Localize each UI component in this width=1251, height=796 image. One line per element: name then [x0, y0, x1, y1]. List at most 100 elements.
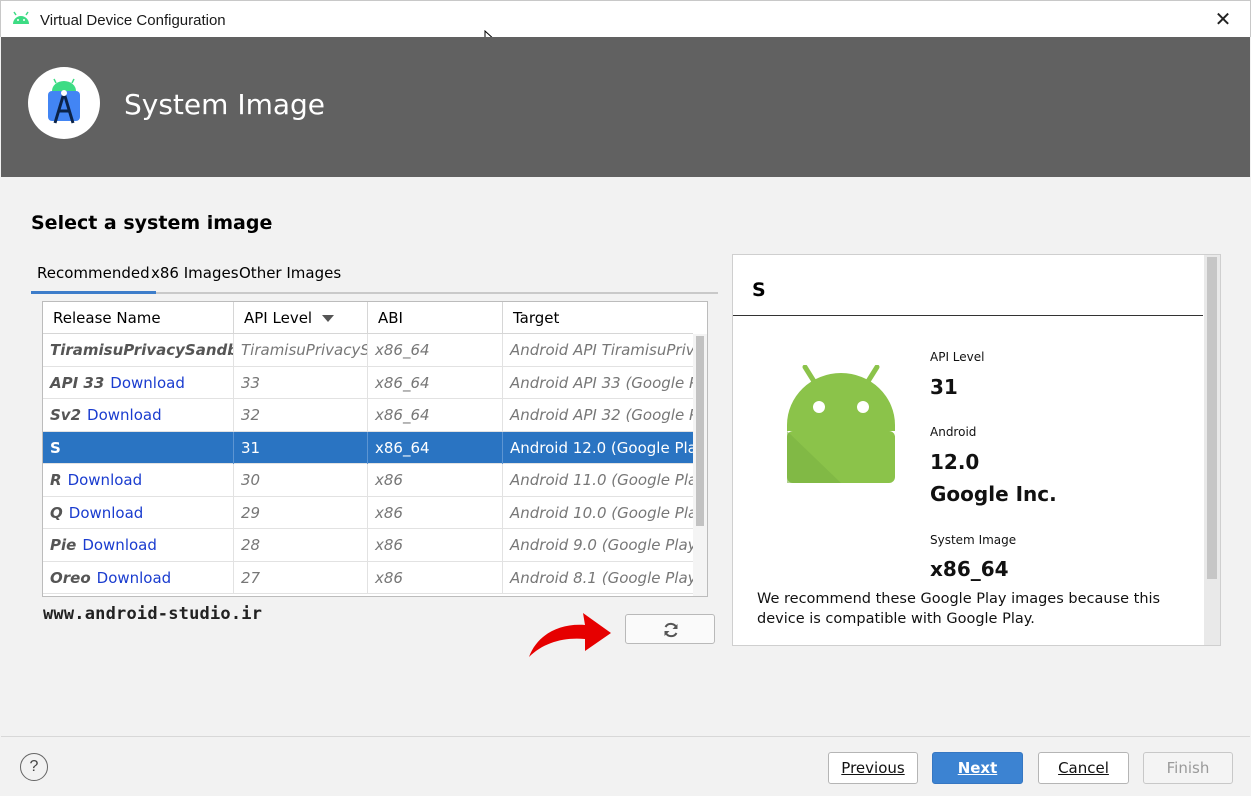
table-row[interactable]: Oreo Download 27 x86 Android 8.1 (Google Pla… [43, 561, 693, 594]
release-name: TiramisuPrivacySandbox [50, 341, 233, 359]
abi-cell: x86 [368, 496, 503, 529]
sort-descending-icon [322, 315, 335, 322]
api-cell: 30 [234, 464, 368, 496]
window-titlebar: Virtual Device Configuration ✕ [0, 0, 1251, 37]
table-header: Release Name API Level ABI Target [43, 302, 693, 334]
abi-cell: x86 [368, 529, 503, 561]
table-row[interactable]: R Download 30 x86 Android 11.0 (Google Play) [43, 464, 693, 497]
tab-x86-images[interactable]: x86 Images [145, 262, 245, 294]
system-image-label: System Image [930, 533, 1017, 547]
download-link[interactable]: Download [87, 406, 162, 424]
tab-recommended[interactable]: Recommended [31, 262, 156, 294]
system-image-value: x86_64 [930, 557, 1009, 581]
detail-title: S [752, 279, 766, 301]
abi-cell: x86 [368, 561, 503, 594]
wizard-header: System Image [1, 37, 1250, 177]
target-cell: Android 10.0 (Google Play) [510, 503, 693, 522]
release-name-cell: S [43, 431, 234, 464]
refresh-button[interactable] [625, 614, 715, 644]
column-target[interactable]: Target [503, 302, 693, 334]
android-robot-icon [787, 365, 895, 483]
next-button[interactable]: Next [932, 752, 1023, 784]
android-label: Android [930, 425, 977, 439]
table-scrollbar-thumb[interactable] [696, 336, 704, 526]
api-cell: 33 [234, 366, 368, 399]
release-name: API 33 [50, 373, 105, 392]
column-api-level[interactable]: API Level [234, 302, 368, 334]
finish-button: Finish [1143, 752, 1233, 784]
abi-cell: x86_64 [368, 399, 503, 431]
release-name: Oreo [50, 568, 91, 587]
section-title: Select a system image [31, 212, 273, 234]
target-cell: Android API TiramisuPrivacy [510, 341, 693, 359]
release-name-cell: Pie Download [43, 529, 234, 561]
column-api-level-label: API Level [244, 309, 313, 327]
api-cell: TiramisuPrivacySan [234, 334, 368, 366]
table-row[interactable]: S 31 x86_64 Android 12.0 (Google Play) [43, 431, 693, 464]
api-cell: 32 [234, 399, 368, 431]
target-cell: Android API 32 (Google Play [510, 406, 693, 424]
download-link[interactable]: Download [110, 374, 185, 392]
cancel-label: Cancel [1058, 759, 1109, 777]
table-row[interactable]: Pie Download 28 x86 Android 9.0 (Google Play… [43, 529, 693, 562]
column-target-label: Target [513, 309, 560, 327]
api-level-value: 31 [930, 375, 958, 399]
previous-label: Previous [841, 759, 905, 777]
api-cell: 28 [234, 529, 368, 561]
release-name: R [50, 471, 62, 489]
window-title: Virtual Device Configuration [40, 12, 226, 29]
finish-label: Finish [1166, 759, 1210, 777]
column-release-name-label: Release Name [53, 309, 161, 327]
help-icon[interactable]: ? [20, 753, 48, 781]
download-link[interactable]: Download [97, 569, 172, 587]
cancel-button[interactable]: Cancel [1038, 752, 1129, 784]
release-name: Pie [50, 536, 77, 554]
android-head-icon [13, 11, 29, 24]
tab-other-images[interactable]: Other Images [233, 262, 347, 294]
recommendation-note: We recommend these Google Play images be… [757, 591, 1161, 627]
system-image-detail-panel: S API Level 31 Android 12.0 Google Inc. … [732, 254, 1221, 646]
column-abi[interactable]: ABI [368, 302, 503, 334]
vendor-value: Google Inc. [930, 482, 1057, 506]
table-row[interactable]: API 33 Download 33 x86_64 Android API 33 (Go… [43, 366, 693, 399]
table-scrollbar[interactable] [693, 334, 707, 596]
api-cell: 27 [234, 561, 368, 594]
release-name-cell: R Download [43, 464, 234, 496]
android-studio-logo-icon [28, 67, 100, 139]
system-image-table: Release Name API Level ABI Target Tirami… [42, 301, 708, 597]
close-icon[interactable]: ✕ [1210, 7, 1236, 33]
target-cell: Android 8.1 (Google Play) [510, 568, 693, 587]
detail-scrollbar[interactable] [1204, 255, 1220, 645]
release-name-cell: Q Download [43, 496, 234, 529]
abi-cell: x86_64 [368, 431, 503, 464]
release-name-cell: API 33 Download [43, 366, 234, 399]
target-cell: Android 9.0 (Google Play) [510, 536, 693, 554]
abi-cell: x86_64 [368, 334, 503, 366]
watermark: www.android-studio.ir [43, 604, 263, 624]
download-link[interactable]: Download [69, 504, 144, 522]
download-link[interactable]: Download [82, 536, 157, 554]
release-name-cell: Oreo Download [43, 561, 234, 594]
previous-button[interactable]: Previous [828, 752, 918, 784]
annotation-arrow-icon [529, 613, 611, 657]
release-name: S [50, 438, 61, 457]
detail-scrollbar-thumb[interactable] [1207, 257, 1217, 579]
abi-cell: x86_64 [368, 366, 503, 399]
image-category-tabs: Recommended x86 Images Other Images [31, 262, 718, 294]
refresh-icon [664, 622, 678, 638]
api-level-label: API Level [930, 350, 985, 364]
abi-cell: x86 [368, 464, 503, 496]
column-release-name[interactable]: Release Name [43, 302, 234, 334]
table-row[interactable]: Sv2 Download 32 x86_64 Android API 32 (Googl… [43, 399, 693, 432]
table-row[interactable]: Q Download 29 x86 Android 10.0 (Google Play) [43, 496, 693, 529]
next-label: Next [957, 759, 998, 777]
target-cell: Android API 33 (Google Play [510, 373, 693, 392]
table-row[interactable]: TiramisuPrivacySandboxTiramisuPrivacySan… [43, 334, 693, 367]
release-name: Q [50, 503, 63, 522]
page-title: System Image [124, 88, 326, 121]
download-link[interactable]: Download [68, 471, 143, 489]
api-cell: 31 [234, 431, 368, 464]
api-cell: 29 [234, 496, 368, 529]
release-name: Sv2 [50, 406, 82, 424]
wizard-footer: ? Previous Next Cancel Finish [1, 736, 1250, 796]
